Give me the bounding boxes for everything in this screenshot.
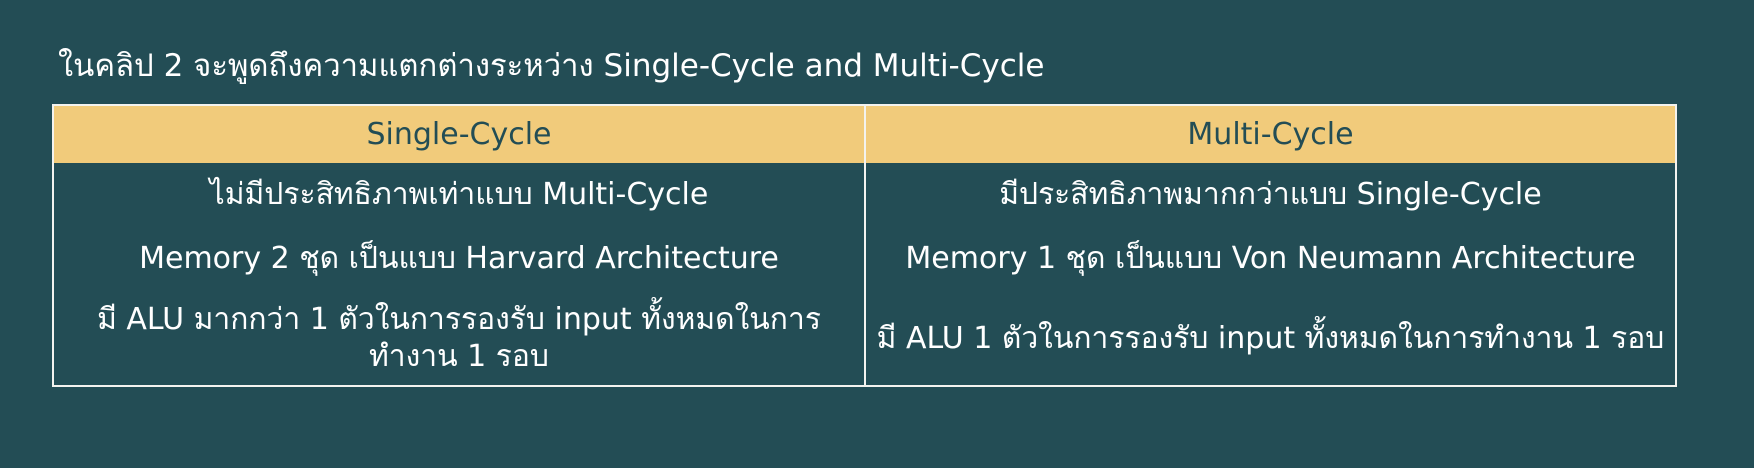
header-multi-cycle: Multi-Cycle xyxy=(865,105,1676,163)
table-cell: มี ALU มากกว่า 1 ตัวในการรองรับ input ทั… xyxy=(53,291,866,386)
table-cell: มี ALU 1 ตัวในการรองรับ input ทั้งหมดในก… xyxy=(876,320,1665,356)
comparison-table: Single-Cycle Multi-Cycle ไม่มีประสิทธิภา… xyxy=(52,104,1677,387)
table-header-row: Single-Cycle Multi-Cycle xyxy=(53,105,1676,163)
table-cell: ไม่มีประสิทธิภาพเท่าแบบ Multi-Cycle xyxy=(53,163,866,225)
table-row: Memory 2 ชุด เป็นแบบ Harvard Architectur… xyxy=(53,225,1676,291)
table-cell: มีประสิทธิภาพมากกว่าแบบ Single-Cycle xyxy=(999,176,1542,212)
page-heading: ในคลิป 2 จะพูดถึงความแตกต่างระหว่าง Sing… xyxy=(58,48,1045,84)
table-row: มี ALU มากกว่า 1 ตัวในการรองรับ input ทั… xyxy=(53,291,1676,386)
table-cell: Memory 2 ชุด เป็นแบบ Harvard Architectur… xyxy=(53,225,866,291)
table-row: ไม่มีประสิทธิภาพเท่าแบบ Multi-Cycle มีปร… xyxy=(53,163,1676,225)
table-cell: Memory 1 ชุด เป็นแบบ Von Neumann Archite… xyxy=(905,240,1636,276)
header-single-cycle: Single-Cycle xyxy=(53,105,866,163)
